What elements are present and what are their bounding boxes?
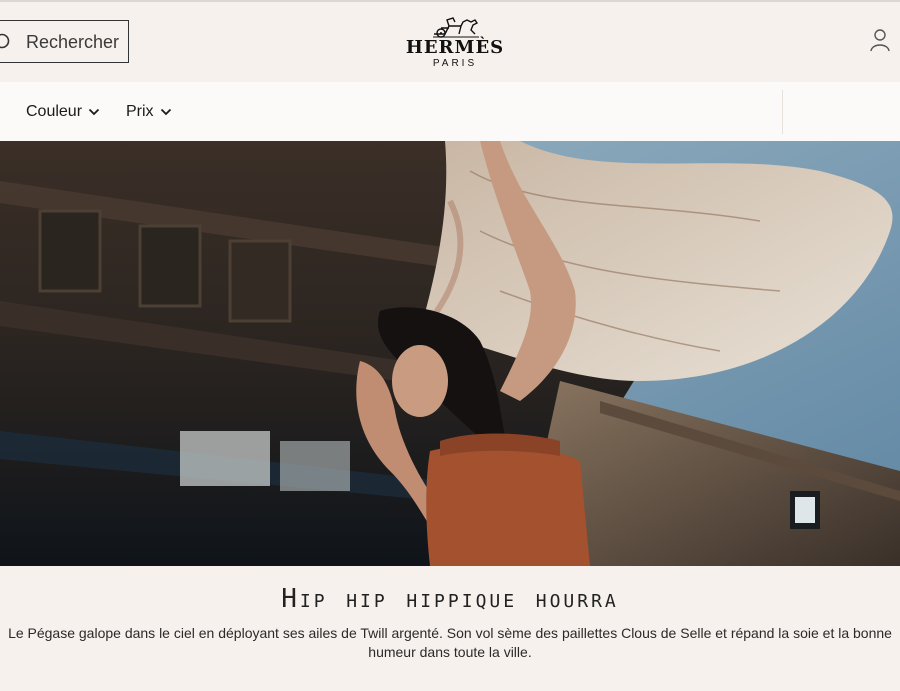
search-button[interactable]: Rechercher	[0, 20, 129, 63]
woman-with-silk-scarf-photo	[0, 141, 900, 566]
filter-price-dropdown[interactable]: Prix	[126, 103, 172, 121]
filter-color-dropdown[interactable]: Couleur	[26, 103, 100, 121]
filter-price-label: Prix	[126, 103, 154, 120]
filter-divider	[782, 90, 783, 134]
site-header: Rechercher HERMÈS PARIS	[0, 2, 900, 82]
page-description: Le Pégase galope dans le ciel en déploya…	[8, 625, 892, 660]
filter-bar: Couleur Prix	[0, 82, 900, 141]
chevron-down-icon	[160, 108, 171, 116]
filter-color-label: Couleur	[26, 103, 83, 120]
page-title: Hip hip hippique hourra	[281, 584, 619, 614]
user-icon	[870, 29, 890, 52]
account-button[interactable]	[869, 28, 891, 54]
logo-city: PARIS	[432, 58, 478, 69]
logo-brand: HERMÈS	[405, 37, 505, 58]
search-label: Rechercher	[26, 32, 120, 52]
hero-caption: Hip hip hippique hourra Le Pégase galope…	[0, 566, 900, 691]
search-icon	[0, 33, 11, 50]
hermes-logo[interactable]: HERMÈS PARIS	[405, 14, 505, 72]
hero-image	[0, 141, 900, 566]
carriage-logo-icon	[433, 17, 479, 38]
chevron-down-icon	[88, 108, 100, 116]
